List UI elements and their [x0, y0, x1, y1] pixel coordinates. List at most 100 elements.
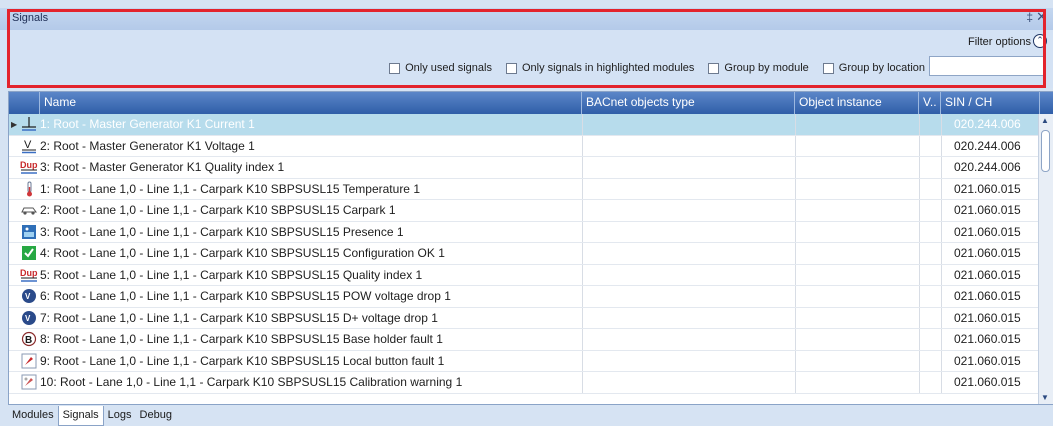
scroll-thumb[interactable] [1041, 130, 1050, 172]
cell-v[interactable] [919, 329, 941, 350]
cell-v[interactable] [919, 243, 941, 264]
header-spacer [9, 92, 40, 114]
table-row[interactable]: V 6: Root - Lane 1,0 - Line 1,1 - Carpark… [9, 286, 1040, 308]
row-indicator [9, 351, 18, 372]
column-header-bacnet[interactable]: BACnet objects type [582, 92, 795, 114]
cell-object-instance[interactable] [795, 243, 919, 264]
cell-bacnet-type[interactable] [582, 307, 795, 328]
table-row[interactable]: 9: Root - Lane 1,0 - Line 1,1 - Carpark … [9, 350, 1040, 372]
cell-bacnet-type[interactable] [582, 243, 795, 264]
cell-bacnet-type[interactable] [582, 221, 795, 242]
cell-bacnet-type[interactable] [582, 200, 795, 221]
cell-v[interactable] [919, 157, 941, 178]
checkbox-box[interactable] [389, 62, 401, 74]
cell-object-instance[interactable] [795, 178, 919, 199]
cell-bacnet-type[interactable] [582, 264, 795, 285]
chevron-up-icon[interactable]: ⌃ [1033, 34, 1047, 48]
checkbox-box[interactable] [822, 62, 834, 74]
row-indicator [9, 372, 18, 393]
table-row[interactable]: 10: Root - Lane 1,0 - Line 1,1 - Carpark… [9, 372, 1040, 394]
table-row[interactable]: 2: Root - Lane 1,0 - Line 1,1 - Carpark … [9, 200, 1040, 222]
cell-object-instance[interactable] [795, 350, 919, 371]
panel-title: Signals [12, 12, 49, 24]
cell-object-instance[interactable] [795, 114, 919, 135]
column-header-object-instance[interactable]: Object instance [795, 92, 919, 114]
table-row[interactable]: B 8: Root - Lane 1,0 - Line 1,1 - Carpark… [9, 329, 1040, 351]
tab-signals[interactable]: Signals [57, 406, 104, 426]
cell-name: 1: Root - Master Generator K1 Current 1 [40, 117, 255, 131]
row-indicator [9, 222, 18, 243]
cell-bacnet-type[interactable] [582, 286, 795, 307]
pin-icon[interactable]: ‡ [1026, 10, 1033, 24]
cell-object-instance[interactable] [795, 221, 919, 242]
cell-sin: 021.060.015 [941, 221, 1040, 242]
cell-v[interactable] [919, 286, 941, 307]
cell-bacnet-type[interactable] [582, 157, 795, 178]
table-row[interactable]: ▶ 1: Root - Master Generator K1 Current 1… [9, 114, 1040, 136]
cell-sin: 021.060.015 [941, 350, 1040, 371]
group-by-module-checkbox[interactable]: Group by module [708, 62, 809, 74]
vertical-scrollbar[interactable]: ▲ ▼ [1038, 114, 1053, 404]
tab-debug[interactable]: Debug [136, 406, 176, 426]
cell-object-instance[interactable] [795, 135, 919, 156]
table-row[interactable]: 3: Root - Lane 1,0 - Line 1,1 - Carpark … [9, 221, 1040, 243]
cell-name: 4: Root - Lane 1,0 - Line 1,1 - Carpark … [40, 246, 445, 260]
cell-sin: 020.244.006 [941, 114, 1040, 135]
filter-checkboxes: Only used signals Only signals in highli… [389, 62, 925, 74]
filter-options-label[interactable]: Filter options [968, 36, 1031, 48]
checkbox-box[interactable] [708, 62, 720, 74]
close-icon[interactable]: ✕ [1036, 9, 1047, 25]
cell-v[interactable] [919, 307, 941, 328]
cell-object-instance[interactable] [795, 157, 919, 178]
filter-area: Filter options ⌃ Only used signals Only … [0, 30, 1053, 88]
checkbox-box[interactable] [505, 62, 517, 74]
cell-object-instance[interactable] [795, 329, 919, 350]
grid-header: Name BACnet objects type Object instance… [9, 92, 1053, 114]
cell-v[interactable] [919, 200, 941, 221]
cell-bacnet-type[interactable] [582, 135, 795, 156]
cell-name: 9: Root - Lane 1,0 - Line 1,1 - Carpark … [40, 353, 445, 368]
checkbox-label: Group by module [724, 62, 809, 74]
only-used-signals-checkbox[interactable]: Only used signals [389, 62, 492, 74]
cell-v[interactable] [919, 114, 941, 135]
cell-object-instance[interactable] [795, 286, 919, 307]
cell-name: 7: Root - Lane 1,0 - Line 1,1 - Carpark … [40, 310, 438, 325]
cell-name: 3: Root - Lane 1,0 - Line 1,1 - Carpark … [40, 224, 404, 239]
row-indicator [9, 157, 18, 178]
cell-object-instance[interactable] [795, 307, 919, 328]
table-row[interactable]: 4: Root - Lane 1,0 - Line 1,1 - Carpark … [9, 243, 1040, 265]
cell-bacnet-type[interactable] [582, 114, 795, 135]
scroll-up-icon[interactable]: ▲ [1041, 116, 1049, 125]
only-highlighted-modules-checkbox[interactable]: Only signals in highlighted modules [505, 62, 695, 74]
table-row[interactable]: Dup 5: Root - Lane 1,0 - Line 1,1 - Carpa… [9, 264, 1040, 286]
table-row[interactable]: Dup 3: Root - Master Generator K1 Quality… [9, 157, 1040, 179]
cell-object-instance[interactable] [795, 372, 919, 393]
column-header-v[interactable]: V.. [919, 92, 941, 114]
cell-object-instance[interactable] [795, 264, 919, 285]
table-row[interactable]: 1: Root - Lane 1,0 - Line 1,1 - Carpark … [9, 178, 1040, 200]
cell-v[interactable] [919, 135, 941, 156]
row-indicator [9, 200, 18, 221]
cell-v[interactable] [919, 264, 941, 285]
group-by-location-checkbox[interactable]: Group by location [822, 62, 925, 74]
cell-bacnet-type[interactable] [582, 329, 795, 350]
cell-bacnet-type[interactable] [582, 372, 795, 393]
filter-search-input[interactable] [929, 56, 1045, 76]
cell-object-instance[interactable] [795, 200, 919, 221]
tab-modules[interactable]: Modules [8, 406, 58, 426]
cell-v[interactable] [919, 178, 941, 199]
cell-sin: 021.060.015 [941, 178, 1040, 199]
cell-v[interactable] [919, 372, 941, 393]
scroll-down-icon[interactable]: ▼ [1041, 393, 1049, 402]
table-row[interactable]: V 2: Root - Master Generator K1 Voltage 1… [9, 135, 1040, 157]
cell-v[interactable] [919, 221, 941, 242]
column-header-name[interactable]: Name [40, 92, 582, 114]
cell-bacnet-type[interactable] [582, 350, 795, 371]
checkbox-label: Only signals in highlighted modules [521, 62, 695, 74]
cell-bacnet-type[interactable] [582, 178, 795, 199]
tab-logs[interactable]: Logs [104, 406, 136, 426]
cell-v[interactable] [919, 350, 941, 371]
column-header-sin[interactable]: SIN / CH [941, 92, 1040, 114]
cell-name: 2: Root - Master Generator K1 Voltage 1 [40, 138, 255, 153]
table-row[interactable]: V 7: Root - Lane 1,0 - Line 1,1 - Carpark… [9, 307, 1040, 329]
